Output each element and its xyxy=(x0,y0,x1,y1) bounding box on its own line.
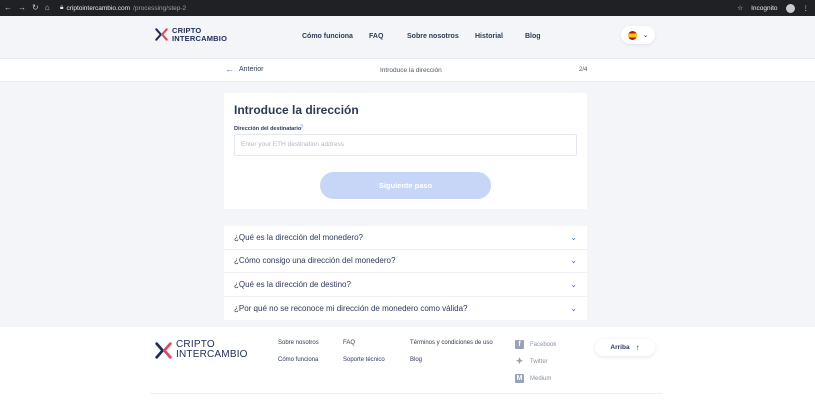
faq-list: ¿Qué es la dirección del monedero? ⌄ ¿Có… xyxy=(224,226,587,320)
recipient-address-label: Dirección del destinatario xyxy=(234,126,302,132)
nav-faq[interactable]: FAQ xyxy=(369,33,383,40)
footer-link-soporte[interactable]: Soporte técnico xyxy=(343,357,385,363)
recipient-address-input[interactable]: Enter your ETH destination address xyxy=(234,134,577,156)
nav-sobre-nosotros[interactable]: Sobre nosotros xyxy=(407,33,459,40)
forward-arrow-icon[interactable]: → xyxy=(18,4,26,12)
help-icon[interactable]: ? xyxy=(300,125,303,131)
nav-historial[interactable]: Historial xyxy=(475,33,503,40)
faq-item[interactable]: ¿Qué es la dirección del monedero? ⌄ xyxy=(224,226,587,250)
next-step-button[interactable]: Siguiente paso xyxy=(320,172,491,199)
faq-question: ¿Qué es la dirección de destino? xyxy=(234,279,351,289)
social-facebook[interactable]: f Facebook xyxy=(515,340,556,349)
site-footer: CRIPTO INTERCAMBIO Sobre nosotros Cómo fu… xyxy=(0,327,815,420)
url-host: criptointercambio.com xyxy=(66,4,131,12)
back-arrow-icon[interactable]: ← xyxy=(4,4,12,12)
page-title: Introduce la dirección xyxy=(234,103,359,117)
url-path: /processing/step-2 xyxy=(133,4,187,12)
footer-link-terminos[interactable]: Términos y condiciones de uso xyxy=(410,340,493,346)
faq-question: ¿Por qué no se reconoce mi dirección de … xyxy=(234,303,468,313)
faq-question: ¿Qué es la dirección del monedero? xyxy=(234,232,363,242)
nav-blog[interactable]: Blog xyxy=(525,33,541,40)
browser-menu-icon[interactable]: ⋮ xyxy=(803,4,810,12)
chevron-down-icon: ⌄ xyxy=(570,232,577,242)
arrow-up-icon: ↑ xyxy=(635,343,640,352)
chevron-down-icon: ⌄ xyxy=(570,303,577,313)
browser-toolbar: ← → ↻ ⌂ 🔒︎ criptointercambio.com/process… xyxy=(0,0,815,16)
footer-link-faq[interactable]: FAQ xyxy=(343,340,355,346)
footer-link-sobre-nosotros[interactable]: Sobre nosotros xyxy=(278,340,319,346)
faq-question: ¿Cómo consigo una dirección del monedero… xyxy=(234,256,396,266)
footer-link-como-funciona[interactable]: Cómo funciona xyxy=(278,357,318,363)
faq-item[interactable]: ¿Por qué no se reconoce mi dirección de … xyxy=(224,297,587,321)
step-title: Introduce la dirección xyxy=(380,67,442,74)
home-icon[interactable]: ⌂ xyxy=(45,4,50,12)
nav-como-funciona[interactable]: Cómo funciona xyxy=(302,33,353,40)
address-card: Introduce la dirección Dirección del des… xyxy=(224,93,587,209)
chevron-down-icon: ⌄ xyxy=(570,279,577,289)
spain-flag-icon xyxy=(627,30,637,40)
reload-icon[interactable]: ↻ xyxy=(32,4,39,12)
social-twitter[interactable]: ✦ Twitter xyxy=(515,356,548,366)
social-medium[interactable]: M Medium xyxy=(515,374,551,383)
faq-item[interactable]: ¿Cómo consigo una dirección del monedero… xyxy=(224,250,587,273)
brand-logo-icon xyxy=(155,28,168,41)
back-link[interactable]: ← Anterior xyxy=(225,64,264,74)
medium-icon: M xyxy=(515,374,524,383)
chevron-down-icon: ⌄ xyxy=(642,32,649,39)
incognito-avatar-icon[interactable] xyxy=(785,3,795,13)
faq-item[interactable]: ¿Qué es la dirección de destino? ⌄ xyxy=(224,273,587,297)
back-label: Anterior xyxy=(239,66,264,73)
bookmark-star-icon[interactable]: ☆ xyxy=(737,4,743,12)
twitter-icon: ✦ xyxy=(515,356,524,366)
language-selector[interactable]: ⌄ xyxy=(621,26,655,44)
chevron-down-icon: ⌄ xyxy=(570,256,577,266)
facebook-icon: f xyxy=(515,340,524,349)
step-counter: 2/4 xyxy=(579,67,588,73)
arrow-left-icon: ← xyxy=(225,64,234,74)
step-bar: ← Anterior Introduce la dirección 2/4 xyxy=(0,58,815,82)
brand-logo-icon xyxy=(155,341,172,359)
address-bar[interactable]: 🔒︎ criptointercambio.com/processing/step… xyxy=(60,4,186,12)
back-to-top-button[interactable]: Arriba ↑ xyxy=(595,339,655,356)
brand-logo[interactable]: CRIPTO INTERCAMBIO xyxy=(155,27,227,42)
incognito-label: Incognito xyxy=(751,4,778,12)
lock-icon: 🔒︎ xyxy=(60,4,64,11)
site-header: CRIPTO INTERCAMBIO Cómo funciona FAQ Sobr… xyxy=(0,16,815,58)
back-to-top-label: Arriba xyxy=(610,344,630,351)
footer-brand-name: CRIPTO INTERCAMBIO xyxy=(176,339,248,360)
footer-logo[interactable]: CRIPTO INTERCAMBIO xyxy=(155,340,248,360)
footer-divider xyxy=(150,393,662,394)
footer-link-blog[interactable]: Blog xyxy=(410,357,422,363)
brand-name: CRIPTO INTERCAMBIO xyxy=(172,26,228,43)
